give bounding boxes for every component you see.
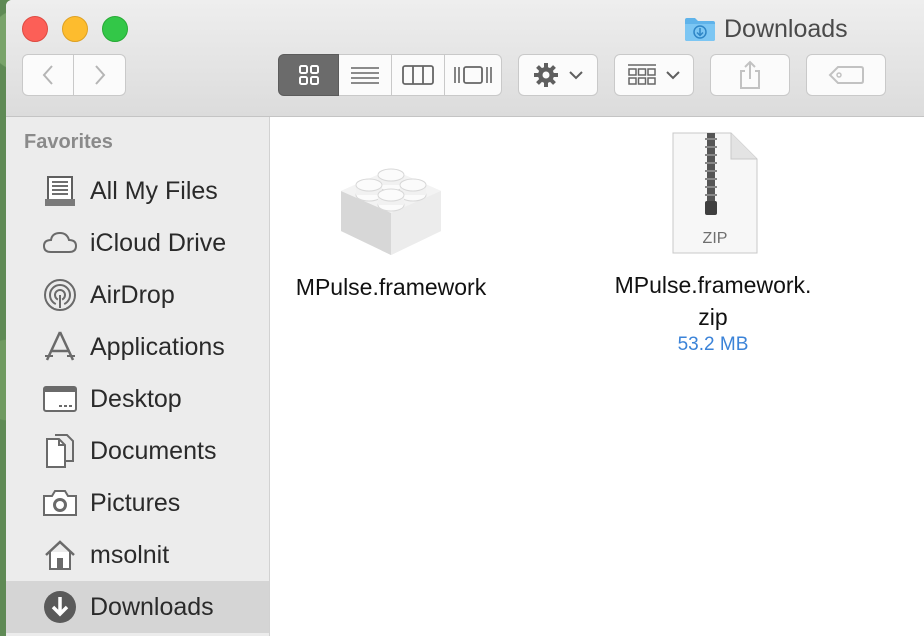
- share-icon: [740, 60, 760, 89]
- sidebar-item-label: All My Files: [90, 176, 218, 205]
- sidebar-item-desktop[interactable]: Desktop: [6, 373, 269, 425]
- back-button[interactable]: [22, 54, 74, 96]
- sidebar-item-applications[interactable]: Applications: [6, 321, 269, 373]
- list-view-button[interactable]: [339, 54, 392, 96]
- downloads-folder-icon: [685, 18, 715, 41]
- sidebar-item-downloads[interactable]: Downloads: [6, 581, 269, 633]
- window-title-group: Downloads: [684, 14, 848, 44]
- framework-lego-icon: [341, 168, 441, 255]
- arrange-grid-icon: [628, 64, 656, 85]
- sidebar-item-label: Documents: [90, 436, 217, 465]
- chevron-right-icon: [94, 65, 105, 85]
- sidebar-item-label: Applications: [90, 332, 225, 361]
- applications-icon: [42, 329, 78, 365]
- cloud-icon: [42, 225, 78, 261]
- sidebar-item-label: msolnit: [90, 540, 170, 569]
- sidebar-item-label: Pictures: [90, 488, 181, 517]
- download-circle-icon: [42, 589, 78, 625]
- file-name: MPulse.framework: [295, 274, 487, 300]
- file-size: 53.2 MB: [677, 334, 749, 355]
- arrange-menu-button[interactable]: [614, 54, 694, 96]
- sidebar-item-label: Downloads: [90, 592, 214, 621]
- icon-grid-icon: [298, 65, 319, 85]
- sidebar-item-label: AirDrop: [90, 280, 175, 309]
- window-title: Downloads: [724, 14, 848, 43]
- forward-button[interactable]: [74, 54, 126, 96]
- sidebar: Favorites All My Files iCloud Drive AirD…: [6, 117, 270, 636]
- sidebar-item-airdrop[interactable]: AirDrop: [6, 269, 269, 321]
- home-icon: [42, 537, 78, 573]
- all-my-files-icon: [42, 173, 78, 209]
- desktop-icon: [42, 381, 78, 417]
- chevron-left-icon: [42, 65, 53, 85]
- sidebar-item-icloud-drive[interactable]: iCloud Drive: [6, 217, 269, 269]
- action-menu-button[interactable]: [518, 54, 598, 96]
- documents-icon: [42, 433, 78, 469]
- zip-file-icon: ZIP: [672, 132, 758, 254]
- cover-flow-view-button[interactable]: [445, 54, 502, 96]
- close-window-button[interactable]: [22, 16, 48, 42]
- sidebar-item-label: Desktop: [90, 384, 182, 413]
- sidebar-item-all-my-files[interactable]: All My Files: [6, 165, 269, 217]
- airdrop-icon: [42, 277, 78, 313]
- file-item-mpulse-framework-zip[interactable]: ZIP MPulse.framework. zip 53.2 MB: [588, 131, 838, 357]
- title-bar: Downloads: [6, 0, 924, 117]
- icon-view-button[interactable]: [278, 54, 339, 96]
- gear-icon: [534, 63, 558, 87]
- columns-icon: [402, 65, 434, 85]
- finder-window: Downloads Favorites All My Files iCloud …: [6, 0, 924, 636]
- zip-badge-text: ZIP: [703, 230, 728, 247]
- cover-flow-icon: [454, 66, 492, 84]
- minimize-window-button[interactable]: [62, 16, 88, 42]
- file-name-line1: MPulse.framework.: [614, 272, 812, 298]
- list-icon: [351, 67, 379, 84]
- tag-icon: [828, 66, 864, 84]
- column-view-button[interactable]: [392, 54, 445, 96]
- sidebar-item-pictures[interactable]: Pictures: [6, 477, 269, 529]
- tag-button[interactable]: [806, 54, 886, 96]
- file-browser-content: MPulse.framework ZIP MPulse.framework. z…: [270, 117, 924, 636]
- sidebar-item-msolnit[interactable]: msolnit: [6, 529, 269, 581]
- chevron-down-icon: [666, 71, 680, 80]
- sidebar-item-label: iCloud Drive: [90, 228, 227, 257]
- sidebar-item-documents[interactable]: Documents: [6, 425, 269, 477]
- file-item-mpulse-framework[interactable]: MPulse.framework: [276, 139, 506, 303]
- sidebar-heading-favorites: Favorites: [24, 131, 113, 153]
- chevron-down-icon: [569, 71, 583, 80]
- file-name-line2: zip: [698, 304, 728, 330]
- zoom-window-button[interactable]: [102, 16, 128, 42]
- share-button[interactable]: [710, 54, 790, 96]
- view-mode-segmented-control: [278, 54, 502, 96]
- camera-icon: [42, 485, 78, 521]
